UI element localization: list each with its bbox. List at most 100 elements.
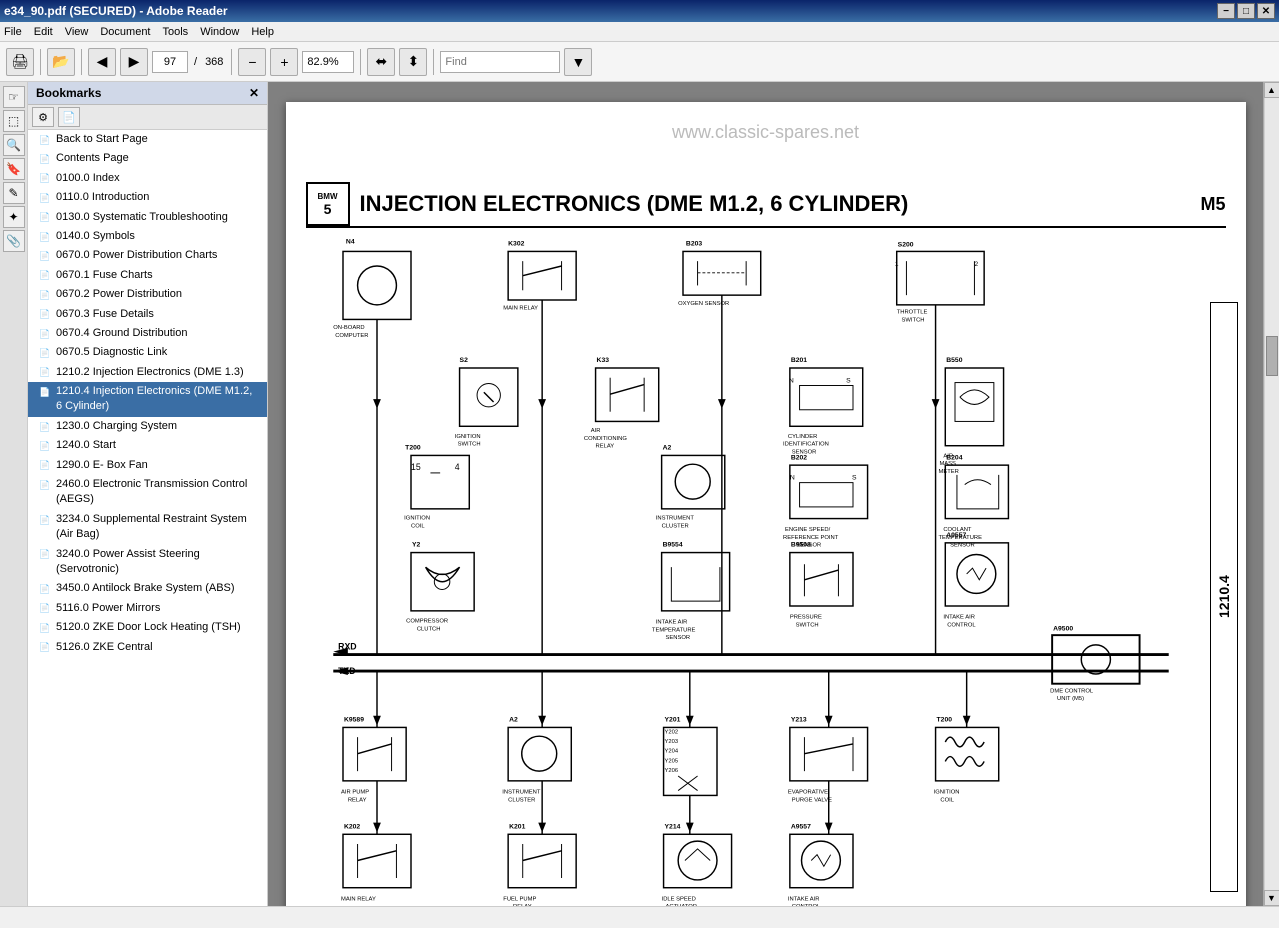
bookmark-item-1210-2-injection[interactable]: 📄1210.2 Injection Electronics (DME 1.3) xyxy=(28,363,267,382)
bookmark-item-1240-start[interactable]: 📄1240.0 Start xyxy=(28,436,267,455)
bookmark-label-5126-zke-central: 5126.0 ZKE Central xyxy=(56,640,261,655)
separator xyxy=(433,49,434,75)
svg-text:N4: N4 xyxy=(345,239,354,246)
fit-page-button[interactable]: ⬍ xyxy=(399,48,427,76)
svg-text:K33: K33 xyxy=(596,357,609,364)
svg-text:METER: METER xyxy=(938,469,958,475)
find-input[interactable] xyxy=(440,51,560,73)
bookmark-icon-0670-4-ground: 📄 xyxy=(38,327,52,341)
bookmark-item-1230-charging[interactable]: 📄1230.0 Charging System xyxy=(28,417,267,436)
bookmark-item-0130-troubleshoot[interactable]: 📄0130.0 Systematic Troubleshooting xyxy=(28,208,267,227)
sidebar-close-icon[interactable]: ✕ xyxy=(249,86,259,100)
comment-tool-icon[interactable]: ✎ xyxy=(3,182,25,204)
bookmark-icon-3450-abs: 📄 xyxy=(38,582,52,596)
menu-item-view[interactable]: View xyxy=(65,26,89,38)
side-label: 1210.4 xyxy=(1210,302,1238,892)
toolbar: 🖨 📂 ◀ ▶ / 368 − + ⬌ ⬍ ▼ xyxy=(0,42,1279,82)
svg-text:SWITCH: SWITCH xyxy=(901,317,924,323)
next-page-button[interactable]: ▶ xyxy=(120,48,148,76)
svg-text:Y213: Y213 xyxy=(790,717,806,724)
menu-item-file[interactable]: File xyxy=(4,26,22,38)
hand-tool-icon[interactable]: ☞ xyxy=(3,86,25,108)
menu-item-document[interactable]: Document xyxy=(100,26,150,38)
bookmark-icon-0670-2-power: 📄 xyxy=(38,288,52,302)
svg-text:B201: B201 xyxy=(790,357,806,364)
zoom-out-button[interactable]: − xyxy=(238,48,266,76)
bookmark-item-3240-steering[interactable]: 📄3240.0 Power Assist Steering (Servotron… xyxy=(28,545,267,580)
bookmark-item-0670-power-dist-charts[interactable]: 📄0670.0 Power Distribution Charts xyxy=(28,246,267,265)
bookmark-label-0670-5-diag: 0670.5 Diagnostic Link xyxy=(56,345,261,360)
minimize-button[interactable]: − xyxy=(1217,3,1235,19)
bookmark-label-0140-symbols: 0140.0 Symbols xyxy=(56,229,261,244)
bookmark-item-contents[interactable]: 📄Contents Page xyxy=(28,149,267,168)
close-button[interactable]: ✕ xyxy=(1257,3,1275,19)
bookmark-item-0670-3-fuse-details[interactable]: 📄0670.3 Fuse Details xyxy=(28,305,267,324)
attach-tool-icon[interactable]: 📎 xyxy=(3,230,25,252)
sidebar-options-button[interactable]: ⚙ xyxy=(32,107,54,127)
svg-text:CYLINDER: CYLINDER xyxy=(787,434,816,440)
bookmark-item-3234-airbag[interactable]: 📄3234.0 Supplemental Restraint System (A… xyxy=(28,510,267,545)
svg-text:CLUSTER: CLUSTER xyxy=(661,523,688,529)
bookmark-icon-5120-zke-door: 📄 xyxy=(38,621,52,635)
bookmark-item-1210-4-injection[interactable]: 📄1210.4 Injection Electronics (DME M1.2,… xyxy=(28,382,267,417)
left-icon-strip: ☞ ⬚ 🔍 🔖 ✎ ✦ 📎 xyxy=(0,82,28,906)
zoom-input[interactable] xyxy=(302,51,354,73)
bookmark-label-0670-1-fuse: 0670.1 Fuse Charts xyxy=(56,268,261,283)
sidebar-collapse-button[interactable]: 📄 xyxy=(58,107,80,127)
svg-text:A9500: A9500 xyxy=(1053,625,1073,632)
bookmark-icon-0110-intro: 📄 xyxy=(38,191,52,205)
menu-item-window[interactable]: Window xyxy=(200,26,239,38)
menu-item-tools[interactable]: Tools xyxy=(163,26,189,38)
menu-item-edit[interactable]: Edit xyxy=(34,26,53,38)
bookmark-item-0100-index[interactable]: 📄0100.0 Index xyxy=(28,169,267,188)
svg-text:RELAY: RELAY xyxy=(595,444,614,450)
zoom-tool-icon[interactable]: 🔍 xyxy=(3,134,25,156)
find-dropdown-button[interactable]: ▼ xyxy=(564,48,592,76)
scroll-down-button[interactable]: ▼ xyxy=(1264,890,1279,906)
svg-text:A9557: A9557 xyxy=(790,823,810,830)
bookmark-item-5116-mirrors[interactable]: 📄5116.0 Power Mirrors xyxy=(28,599,267,618)
bookmark-item-2460-aegs[interactable]: 📄2460.0 Electronic Transmission Control … xyxy=(28,475,267,510)
vertical-scrollbar[interactable]: ▲ ▼ xyxy=(1263,82,1279,906)
scroll-thumb[interactable] xyxy=(1266,336,1278,376)
page-total: 368 xyxy=(203,56,225,68)
select-tool-icon[interactable]: ⬚ xyxy=(3,110,25,132)
scroll-up-button[interactable]: ▲ xyxy=(1264,82,1279,98)
svg-text:CONTROL: CONTROL xyxy=(791,904,820,906)
svg-text:MAIN RELAY: MAIN RELAY xyxy=(341,896,376,902)
bookmark-icon-0670-power-dist-charts: 📄 xyxy=(38,249,52,263)
fit-width-button[interactable]: ⬌ xyxy=(367,48,395,76)
open-button[interactable]: 📂 xyxy=(47,48,75,76)
bookmark-item-0670-5-diag[interactable]: 📄0670.5 Diagnostic Link xyxy=(28,343,267,362)
stamp-tool-icon[interactable]: ✦ xyxy=(3,206,25,228)
bookmark-label-contents: Contents Page xyxy=(56,151,261,166)
prev-page-button[interactable]: ◀ xyxy=(88,48,116,76)
menu-item-help[interactable]: Help xyxy=(251,26,274,38)
svg-text:INTAKE AIR: INTAKE AIR xyxy=(655,619,687,625)
scroll-track[interactable] xyxy=(1265,98,1279,890)
bookmark-item-0670-1-fuse[interactable]: 📄0670.1 Fuse Charts xyxy=(28,266,267,285)
bookmark-item-0670-2-power[interactable]: 📄0670.2 Power Distribution xyxy=(28,285,267,304)
diagram-title: INJECTION ELECTRONICS (DME M1.2, 6 CYLIN… xyxy=(360,191,1201,217)
bookmark-item-0110-intro[interactable]: 📄0110.0 Introduction xyxy=(28,188,267,207)
bookmark-item-1290-efan[interactable]: 📄1290.0 E- Box Fan xyxy=(28,456,267,475)
svg-text:N: N xyxy=(788,378,793,385)
svg-text:S: S xyxy=(846,378,851,385)
bookmark-item-0140-symbols[interactable]: 📄0140.0 Symbols xyxy=(28,227,267,246)
zoom-in-button[interactable]: + xyxy=(270,48,298,76)
menubar: File Edit View Document Tools Window Help xyxy=(0,22,1279,42)
titlebar: e34_90.pdf (SECURED) - Adobe Reader − □ … xyxy=(0,0,1279,22)
page-number-input[interactable] xyxy=(152,51,188,73)
svg-text:Y204: Y204 xyxy=(664,749,678,755)
bookmark-item-5120-zke-door[interactable]: 📄5120.0 ZKE Door Lock Heating (TSH) xyxy=(28,618,267,637)
pdf-area[interactable]: www.classic-spares.net BMW 5 INJECTION E… xyxy=(268,82,1263,906)
maximize-button[interactable]: □ xyxy=(1237,3,1255,19)
bookmark-item-3450-abs[interactable]: 📄3450.0 Antilock Brake System (ABS) xyxy=(28,579,267,598)
bookmark-item-0670-4-ground[interactable]: 📄0670.4 Ground Distribution xyxy=(28,324,267,343)
svg-text:A2: A2 xyxy=(662,445,671,452)
svg-text:ON-BOARD: ON-BOARD xyxy=(333,325,364,331)
bookmark-item-5126-zke-central[interactable]: 📄5126.0 ZKE Central xyxy=(28,638,267,657)
bookmark-item-back-to-start[interactable]: 📄Back to Start Page xyxy=(28,130,267,149)
bookmark-tool-icon[interactable]: 🔖 xyxy=(3,158,25,180)
print-button[interactable]: 🖨 xyxy=(6,48,34,76)
